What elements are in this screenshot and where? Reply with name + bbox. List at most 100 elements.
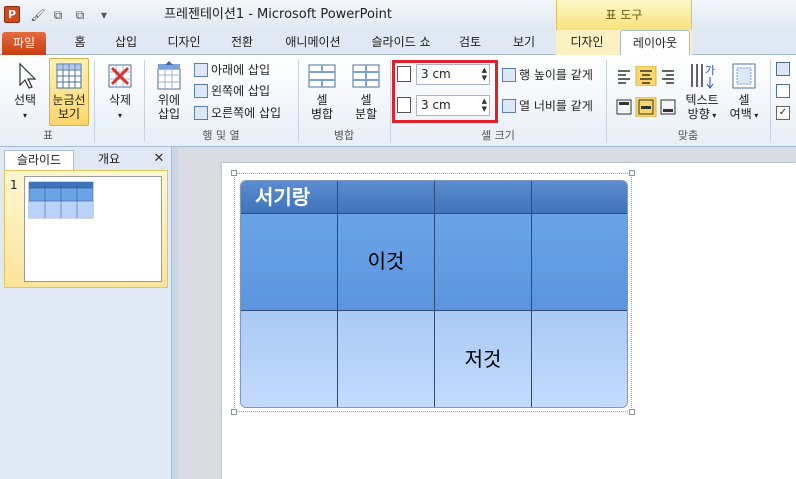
- table-cell[interactable]: [241, 311, 338, 407]
- delete-table-icon: [108, 64, 132, 88]
- split-label-2: 분할: [354, 107, 378, 121]
- gridlines-label-2: 보기: [57, 107, 81, 121]
- merge-label-2: 병합: [310, 107, 334, 121]
- group-label-merge: 병합: [333, 129, 355, 142]
- group-label-table: 표: [42, 129, 54, 142]
- text-direction-label-1: 텍스트: [685, 93, 719, 107]
- insert-row-below-icon: [194, 63, 208, 77]
- table-cell[interactable]: [338, 311, 435, 407]
- table-cell[interactable]: 저것: [435, 311, 532, 407]
- resize-handle[interactable]: [629, 409, 635, 415]
- group-separator: [390, 60, 391, 142]
- cell-margins-label-1: 셀: [738, 93, 750, 107]
- split-cells-button[interactable]: 셀 분할: [346, 58, 386, 126]
- insert-below-button[interactable]: 아래에 삽입: [194, 60, 270, 80]
- table-header-cell[interactable]: [532, 181, 627, 214]
- distribute-columns-label: 열 너비를 같게: [519, 99, 593, 113]
- table-cell[interactable]: [241, 214, 338, 311]
- text-direction-button[interactable]: 가 텍스트 방향 ▾: [682, 58, 722, 126]
- distribute-columns-icon: [502, 99, 516, 113]
- slide-number: 1: [10, 178, 18, 192]
- dropdown-icon: ▾: [117, 111, 122, 120]
- gridlines-label-1: 눈금선: [52, 93, 86, 107]
- group-separator: [94, 60, 95, 142]
- tab-view[interactable]: 보기: [504, 30, 544, 55]
- dropdown-icon: ▾: [22, 111, 27, 120]
- merge-cells-button[interactable]: 셀 병합: [302, 58, 342, 126]
- distribute-rows-label: 행 높이를 같게: [519, 68, 593, 82]
- slide-table[interactable]: 서기랑 이것 저것: [240, 180, 628, 408]
- insert-above-button[interactable]: 위에 삽입: [150, 58, 188, 126]
- resize-handle[interactable]: [231, 409, 237, 415]
- delete-button[interactable]: 삭제 ▾: [100, 58, 140, 126]
- horizontal-align-buttons: [614, 65, 680, 87]
- align-icons: [618, 65, 674, 87]
- thumbnail-table-preview: [28, 181, 94, 219]
- table-cell[interactable]: [532, 311, 627, 407]
- tab-insert[interactable]: 삽입: [106, 30, 146, 55]
- insert-above-label-1: 위에: [157, 93, 181, 107]
- size-icon[interactable]: [776, 84, 790, 98]
- resize-handle[interactable]: [231, 170, 237, 176]
- group-label-cell-size: 셀 크기: [481, 129, 515, 142]
- cell-margins-label-2: 여백: [729, 107, 752, 121]
- view-gridlines-button[interactable]: 눈금선 보기: [49, 58, 89, 126]
- select-label: 선택: [13, 93, 37, 107]
- tab-table-design[interactable]: 디자인: [560, 30, 614, 55]
- tab-outline[interactable]: 개요: [74, 150, 144, 170]
- distribute-rows-icon: [502, 68, 516, 82]
- table-header-cell[interactable]: 서기랑: [241, 181, 338, 214]
- split-cells-icon: [352, 64, 380, 88]
- insert-below-label: 아래에 삽입: [211, 63, 271, 77]
- dropdown-icon: ▾: [751, 111, 759, 120]
- group-label-alignment: 맞춤: [677, 129, 699, 142]
- table-header-cell[interactable]: [435, 181, 532, 214]
- group-label-rows-columns: 행 및 열: [202, 129, 240, 142]
- lock-aspect-checkbox[interactable]: ✓: [776, 106, 790, 120]
- insert-right-button[interactable]: 오른쪽에 삽입: [194, 103, 281, 123]
- tab-file[interactable]: 파일: [2, 32, 46, 55]
- group-separator: [298, 60, 299, 142]
- tab-animations[interactable]: 애니메이션: [276, 30, 350, 55]
- group-separator: [144, 60, 145, 142]
- tab-slides[interactable]: 슬라이드: [4, 150, 74, 170]
- tab-transitions[interactable]: 전환: [218, 30, 266, 55]
- group-separator: [770, 60, 771, 142]
- tab-slideshow[interactable]: 슬라이드 쇼: [362, 30, 440, 55]
- group-separator: [606, 60, 607, 142]
- insert-row-above-icon: [157, 61, 181, 90]
- table-cell[interactable]: [532, 214, 627, 311]
- table-grid-icon: [56, 63, 82, 89]
- table-cell[interactable]: [435, 214, 532, 311]
- arrange-icon[interactable]: [776, 62, 790, 76]
- merge-cells-icon: [308, 64, 336, 88]
- table-cell[interactable]: 이것: [338, 214, 435, 311]
- dropdown-icon: ▾: [709, 111, 717, 120]
- tab-review[interactable]: 검토: [450, 30, 490, 55]
- distribute-columns-button[interactable]: 열 너비를 같게: [502, 96, 593, 116]
- tab-design[interactable]: 디자인: [156, 30, 212, 55]
- distribute-rows-button[interactable]: 행 높이를 같게: [502, 65, 593, 85]
- valign-icons: [616, 96, 676, 118]
- resize-handle[interactable]: [629, 170, 635, 176]
- annotation-red-highlight-box: [392, 60, 498, 123]
- text-direction-icon: 가: [691, 64, 715, 89]
- merge-label-1: 셀: [316, 93, 328, 107]
- insert-right-label: 오른쪽에 삽입: [211, 106, 282, 120]
- context-group-label: 표 도구: [605, 8, 643, 22]
- slide-thumbnail[interactable]: [24, 176, 162, 282]
- tab-home[interactable]: 홈: [62, 30, 98, 55]
- insert-above-label-2: 삽입: [157, 107, 181, 121]
- select-button[interactable]: 선택 ▾: [6, 58, 44, 126]
- close-pane-icon[interactable]: ✕: [150, 150, 168, 170]
- split-label-1: 셀: [360, 93, 372, 107]
- window-title: 프레젠테이션1 - Microsoft PowerPoint: [164, 7, 392, 22]
- cell-margins-icon: [732, 63, 756, 89]
- insert-left-button[interactable]: 왼쪽에 삽입: [194, 81, 270, 101]
- insert-column-left-icon: [194, 84, 208, 98]
- cell-margins-button[interactable]: 셀 여백 ▾: [724, 58, 764, 126]
- tab-table-layout[interactable]: 레이아웃: [620, 30, 690, 56]
- insert-left-label: 왼쪽에 삽입: [211, 84, 271, 98]
- table-header-cell[interactable]: [338, 181, 435, 214]
- table-tools-context-header: 표 도구: [556, 0, 692, 30]
